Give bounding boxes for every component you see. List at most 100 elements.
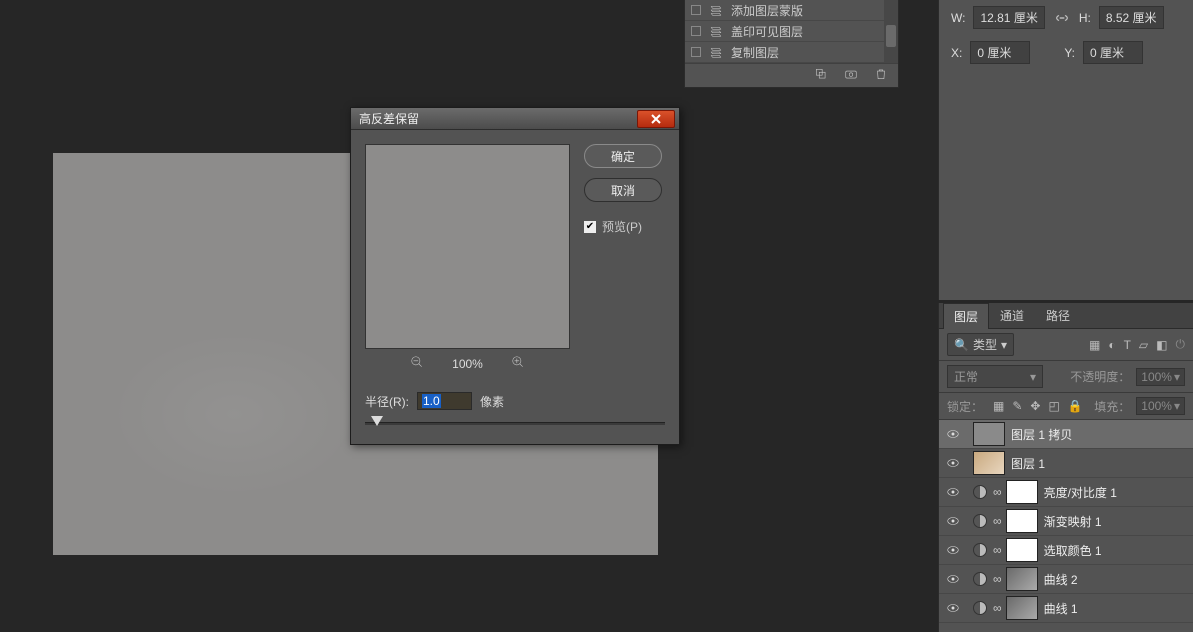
dialog-titlebar[interactable]: 高反差保留 [351, 108, 679, 130]
radius-input[interactable]: 1.0 [417, 392, 472, 410]
fill-field[interactable]: 100%▾ [1136, 397, 1185, 415]
adjustment-icon [973, 514, 987, 528]
history-panel: 添加图层蒙版 盖印可见图层 复制图层 [684, 0, 899, 88]
mask-thumbnail[interactable] [1006, 567, 1038, 591]
layer-thumbnail[interactable] [973, 451, 1005, 475]
width-field[interactable]: 12.81 厘米 [973, 6, 1044, 29]
link-icon[interactable]: ∞ [993, 601, 1002, 615]
layer-row[interactable]: 图层 1 [939, 449, 1193, 478]
lock-all-icon[interactable]: 🔒 [1068, 399, 1083, 413]
layer-name[interactable]: 选取颜色 1 [1044, 542, 1187, 559]
link-wh-icon[interactable] [1053, 11, 1071, 25]
lock-artboard-icon[interactable]: ◰ [1048, 399, 1059, 413]
adjustment-icon [973, 572, 987, 586]
ok-button[interactable]: 确定 [584, 144, 662, 168]
visibility-toggle[interactable] [939, 543, 967, 557]
layer-row[interactable]: ∞ 曲线 1 [939, 594, 1193, 623]
visibility-toggle[interactable] [939, 572, 967, 586]
filter-toggle-icon[interactable]: ⏻ [1176, 337, 1186, 352]
link-icon[interactable]: ∞ [993, 485, 1002, 499]
visibility-toggle[interactable] [939, 514, 967, 528]
properties-panel: W: 12.81 厘米 H: 8.52 厘米 X: 0 厘米 Y: 0 厘米 [938, 0, 1193, 300]
mask-thumbnail[interactable] [1006, 538, 1038, 562]
layer-name[interactable]: 图层 1 [1011, 455, 1187, 472]
history-item[interactable]: 添加图层蒙版 [685, 0, 898, 21]
opacity-field[interactable]: 100%▾ [1136, 368, 1185, 386]
new-snapshot-icon[interactable] [814, 67, 828, 84]
layer-name[interactable]: 曲线 2 [1044, 571, 1187, 588]
height-field[interactable]: 8.52 厘米 [1099, 6, 1164, 29]
history-scrollbar[interactable] [884, 0, 898, 63]
layer-name[interactable]: 亮度/对比度 1 [1044, 484, 1187, 501]
adjustment-icon [973, 543, 987, 557]
tab-channels[interactable]: 通道 [989, 302, 1035, 328]
high-pass-dialog: 高反差保留 100% 确定 取消 ✔ 预览(P) 半径(R): 1.0 像素 [350, 107, 680, 445]
mask-thumbnail[interactable] [1006, 596, 1038, 620]
layer-row[interactable]: ∞ 渐变映射 1 [939, 507, 1193, 536]
y-field[interactable]: 0 厘米 [1083, 41, 1143, 64]
mask-thumbnail[interactable] [1006, 480, 1038, 504]
layers-icon [709, 24, 723, 38]
layers-icon [709, 45, 723, 59]
x-label: X: [951, 46, 962, 60]
history-item-label: 添加图层蒙版 [731, 2, 803, 19]
height-label: H: [1079, 11, 1091, 25]
link-icon[interactable]: ∞ [993, 543, 1002, 557]
history-item[interactable]: 盖印可见图层 [685, 21, 898, 42]
zoom-in-icon[interactable] [511, 355, 525, 372]
layer-row[interactable]: ∞ 曲线 2 [939, 565, 1193, 594]
layer-row[interactable]: ∞ 选取颜色 1 [939, 536, 1193, 565]
tab-layers[interactable]: 图层 [943, 303, 989, 329]
preview-checkbox[interactable]: ✔ [584, 221, 596, 233]
filter-shape-icon[interactable]: ▱ [1139, 338, 1148, 352]
preview-label: 预览(P) [602, 218, 642, 235]
zoom-out-icon[interactable] [410, 355, 424, 372]
filter-smart-icon[interactable]: ◧ [1156, 338, 1167, 352]
link-icon[interactable]: ∞ [993, 514, 1002, 528]
history-item[interactable]: 复制图层 [685, 42, 898, 63]
filter-type-icon[interactable]: T [1124, 338, 1131, 352]
radius-label: 半径(R): [365, 393, 409, 410]
radius-slider[interactable] [365, 414, 665, 432]
layer-thumbnail[interactable] [973, 422, 1005, 446]
fill-label: 填充： [1094, 398, 1130, 415]
history-check[interactable] [691, 26, 701, 36]
close-icon[interactable] [637, 110, 675, 128]
width-label: W: [951, 11, 965, 25]
lock-brush-icon[interactable]: ✎ [1012, 399, 1022, 413]
filter-adjust-icon[interactable]: ◐ [1108, 338, 1115, 352]
visibility-toggle[interactable] [939, 456, 967, 470]
layer-name[interactable]: 图层 1 拷贝 [1011, 426, 1187, 443]
adjustment-icon [973, 601, 987, 615]
layer-filter-type[interactable]: 🔍 类型 ▾ [947, 333, 1014, 356]
layer-name[interactable]: 渐变映射 1 [1044, 513, 1187, 530]
chevron-down-icon: ▾ [1030, 370, 1036, 384]
zoom-level: 100% [452, 357, 483, 371]
history-check[interactable] [691, 47, 701, 57]
layers-icon [709, 3, 723, 17]
visibility-toggle[interactable] [939, 601, 967, 615]
visibility-toggle[interactable] [939, 427, 967, 441]
history-item-label: 盖印可见图层 [731, 23, 803, 40]
history-check[interactable] [691, 5, 701, 15]
camera-icon[interactable] [844, 67, 858, 84]
filter-type-label: 类型 [973, 336, 997, 353]
filter-pixel-icon[interactable]: ▦ [1089, 338, 1100, 352]
layer-row[interactable]: 图层 1 拷贝 [939, 420, 1193, 449]
dialog-title: 高反差保留 [359, 110, 637, 127]
mask-thumbnail[interactable] [1006, 509, 1038, 533]
opacity-label: 不透明度： [1070, 368, 1130, 385]
trash-icon[interactable] [874, 67, 888, 84]
visibility-toggle[interactable] [939, 485, 967, 499]
lock-position-icon[interactable]: ✥ [1030, 399, 1040, 413]
adjustment-icon [973, 485, 987, 499]
cancel-button[interactable]: 取消 [584, 178, 662, 202]
layer-row[interactable]: ∞ 亮度/对比度 1 [939, 478, 1193, 507]
x-field[interactable]: 0 厘米 [970, 41, 1030, 64]
blend-mode-select[interactable]: 正常 ▾ [947, 365, 1043, 388]
lock-pixels-icon[interactable]: ▦ [993, 399, 1004, 413]
tab-paths[interactable]: 路径 [1035, 302, 1081, 328]
layer-name[interactable]: 曲线 1 [1044, 600, 1187, 617]
link-icon[interactable]: ∞ [993, 572, 1002, 586]
filter-preview[interactable] [365, 144, 570, 349]
